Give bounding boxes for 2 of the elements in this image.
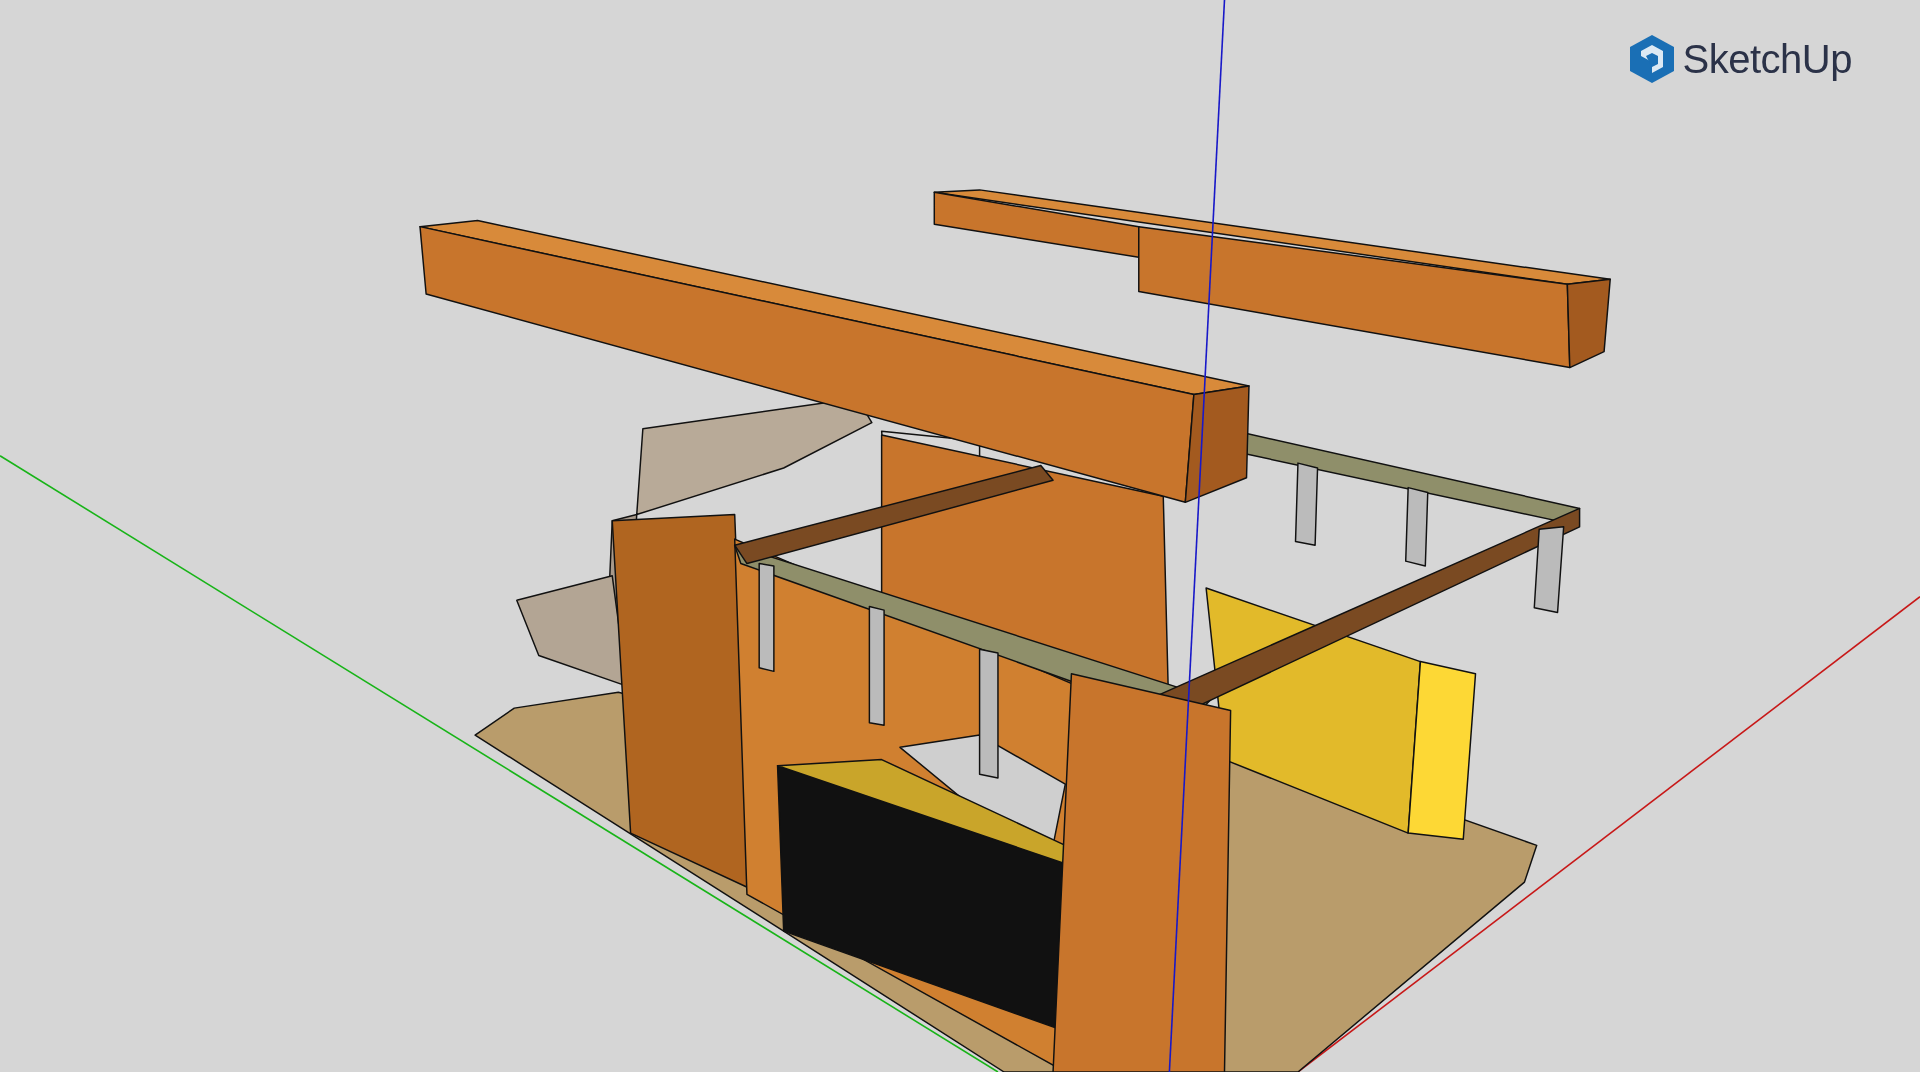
logo-text: SketchUp	[1682, 39, 1852, 79]
logo-icon	[1628, 34, 1675, 84]
